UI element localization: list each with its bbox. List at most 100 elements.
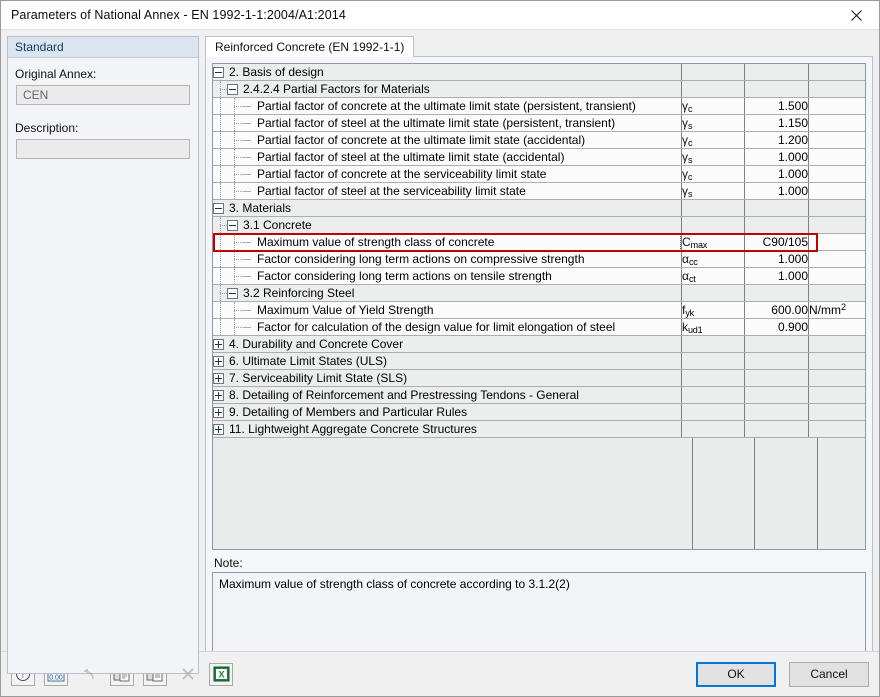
table-row[interactable]: Factor considering long term actions on …	[213, 267, 865, 285]
expand-icon[interactable]	[213, 406, 224, 418]
tree-indent	[227, 115, 241, 131]
collapse-icon[interactable]	[213, 66, 224, 78]
row-symbol-subscript: c	[688, 172, 693, 182]
table-row[interactable]: 11. Lightweight Aggregate Concrete Struc…	[213, 420, 865, 438]
table-row[interactable]: 3.1 Concrete	[213, 216, 865, 234]
row-label-cell[interactable]: 9. Detailing of Members and Particular R…	[213, 403, 682, 421]
table-row[interactable]: 4. Durability and Concrete Cover	[213, 335, 865, 353]
tree-indent	[227, 149, 241, 165]
row-value-cell[interactable]: 1.000	[744, 250, 809, 268]
row-label-cell[interactable]: Factor considering long term actions on …	[213, 267, 682, 285]
tree-leaf-marker	[241, 166, 255, 182]
row-value-cell[interactable]	[744, 369, 809, 387]
table-row[interactable]: Partial factor of steel at the ultimate …	[213, 114, 865, 132]
row-label-cell[interactable]: 7. Serviceability Limit State (SLS)	[213, 369, 682, 387]
row-value-cell[interactable]	[744, 199, 809, 217]
expand-icon[interactable]	[213, 372, 224, 384]
row-value-cell[interactable]	[744, 64, 809, 81]
collapse-icon[interactable]	[213, 202, 224, 214]
table-row[interactable]: 9. Detailing of Members and Particular R…	[213, 403, 865, 421]
expand-icon[interactable]	[213, 338, 224, 350]
collapse-icon[interactable]	[227, 219, 238, 231]
row-label-cell[interactable]: Partial factor of steel at the ultimate …	[213, 148, 682, 166]
row-label-cell[interactable]: 2. Basis of design	[213, 64, 682, 81]
row-label-cell[interactable]: Partial factor of steel at the serviceab…	[213, 182, 682, 200]
ok-button[interactable]: OK	[696, 661, 776, 687]
row-label-cell[interactable]: 6. Ultimate Limit States (ULS)	[213, 352, 682, 370]
row-label-cell[interactable]: 3.2 Reinforcing Steel	[213, 284, 682, 302]
table-row[interactable]: 3. Materials	[213, 199, 865, 217]
original-annex-field[interactable]: CEN	[16, 85, 190, 105]
table-row[interactable]: 2.4.2.4 Partial Factors for Materials	[213, 80, 865, 98]
table-row[interactable]: Partial factor of concrete at the ultima…	[213, 97, 865, 115]
row-label-cell[interactable]: Maximum Value of Yield Strength	[213, 301, 682, 319]
table-row[interactable]: Factor considering long term actions on …	[213, 250, 865, 268]
row-label-cell[interactable]: 11. Lightweight Aggregate Concrete Struc…	[213, 420, 682, 438]
row-label-cell[interactable]: 3.1 Concrete	[213, 216, 682, 234]
row-label-cell[interactable]: 2.4.2.4 Partial Factors for Materials	[213, 80, 682, 98]
row-value-cell[interactable]: 600.00	[744, 301, 809, 319]
tab-reinforced-concrete[interactable]: Reinforced Concrete (EN 1992-1-1)	[205, 36, 415, 57]
row-symbol-cell	[681, 284, 745, 302]
row-symbol-subscript: yk	[685, 308, 694, 318]
row-value-cell[interactable]: 1.000	[744, 267, 809, 285]
row-value-cell[interactable]: 1.000	[744, 182, 809, 200]
table-row[interactable]: Maximum value of strength class of concr…	[213, 233, 865, 251]
row-label: 2. Basis of design	[229, 65, 324, 79]
row-value-cell[interactable]: 1.200	[744, 131, 809, 149]
row-label-cell[interactable]: 4. Durability and Concrete Cover	[213, 335, 682, 353]
table-row[interactable]: Partial factor of concrete at the servic…	[213, 165, 865, 183]
row-value-cell[interactable]	[744, 403, 809, 421]
row-label-cell[interactable]: Factor considering long term actions on …	[213, 250, 682, 268]
row-value-cell[interactable]: C90/105	[744, 233, 809, 251]
row-label-cell[interactable]: 3. Materials	[213, 199, 682, 217]
tree-indent	[213, 251, 227, 267]
row-label: 9. Detailing of Members and Particular R…	[229, 405, 468, 419]
row-label-cell[interactable]: Partial factor of concrete at the servic…	[213, 165, 682, 183]
table-row[interactable]: Factor for calculation of the design val…	[213, 318, 865, 336]
table-row[interactable]: 2. Basis of design	[213, 64, 865, 81]
table-row[interactable]: 7. Serviceability Limit State (SLS)	[213, 369, 865, 387]
row-value-cell[interactable]	[744, 335, 809, 353]
cancel-button[interactable]: Cancel	[789, 661, 869, 687]
table-row[interactable]: Partial factor of concrete at the ultima…	[213, 131, 865, 149]
row-label-cell[interactable]: Partial factor of concrete at the ultima…	[213, 131, 682, 149]
dialog-window: Parameters of National Annex - EN 1992-1…	[0, 0, 880, 697]
table-row[interactable]: Partial factor of steel at the serviceab…	[213, 182, 865, 200]
tree-indent	[213, 166, 227, 182]
row-value-cell[interactable]	[744, 386, 809, 404]
row-value-cell[interactable]	[744, 420, 809, 438]
row-label: Partial factor of concrete at the ultima…	[257, 99, 636, 113]
close-icon[interactable]	[833, 1, 879, 29]
row-value-cell[interactable]	[744, 80, 809, 98]
parameters-grid[interactable]: 2. Basis of design 2.4.2.4 Partial Factor…	[212, 63, 866, 550]
row-label-cell[interactable]: Partial factor of steel at the ultimate …	[213, 114, 682, 132]
row-value-cell[interactable]: 1.000	[744, 165, 809, 183]
row-label-cell[interactable]: Maximum value of strength class of concr…	[213, 233, 682, 251]
table-row[interactable]: 8. Detailing of Reinforcement and Prestr…	[213, 386, 865, 404]
row-label-cell[interactable]: Partial factor of concrete at the ultima…	[213, 97, 682, 115]
description-field[interactable]	[16, 139, 190, 159]
row-label-cell[interactable]: 8. Detailing of Reinforcement and Prestr…	[213, 386, 682, 404]
table-row[interactable]: Maximum Value of Yield Strength fyk 600.00…	[213, 301, 865, 319]
row-value-cell[interactable]: 0.900	[744, 318, 809, 336]
row-value-cell[interactable]	[744, 284, 809, 302]
expand-icon[interactable]	[213, 355, 224, 367]
row-label-cell[interactable]: Factor for calculation of the design val…	[213, 318, 682, 336]
tree-leaf-marker	[241, 268, 255, 284]
row-value-cell[interactable]: 1.150	[744, 114, 809, 132]
row-value-cell[interactable]: 1.000	[744, 148, 809, 166]
table-row[interactable]: 6. Ultimate Limit States (ULS)	[213, 352, 865, 370]
row-value-cell[interactable]: 1.500	[744, 97, 809, 115]
excel-icon[interactable]: X	[209, 662, 233, 686]
expand-icon[interactable]	[213, 389, 224, 401]
collapse-icon[interactable]	[227, 287, 238, 299]
row-value-cell[interactable]	[744, 216, 809, 234]
table-row[interactable]: Partial factor of steel at the ultimate …	[213, 148, 865, 166]
collapse-icon[interactable]	[227, 83, 238, 95]
table-row[interactable]: 3.2 Reinforcing Steel	[213, 284, 865, 302]
tree-leaf-marker	[241, 183, 255, 199]
tree-leaf-marker	[241, 149, 255, 165]
row-value-cell[interactable]	[744, 352, 809, 370]
expand-icon[interactable]	[213, 423, 224, 435]
